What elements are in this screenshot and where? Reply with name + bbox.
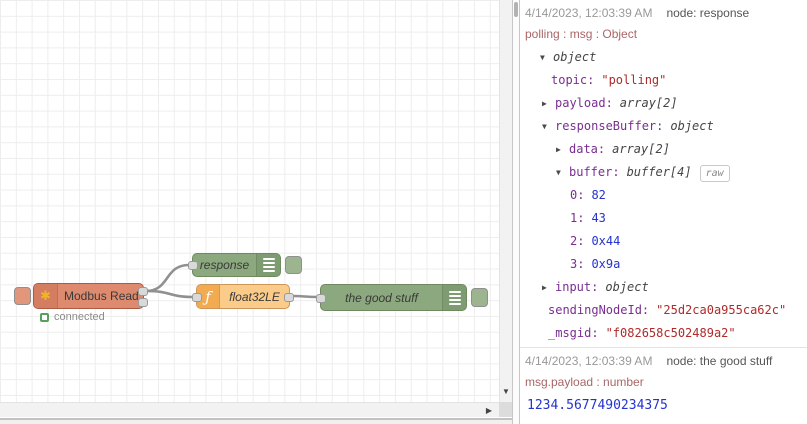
canvas-vertical-scrollbar[interactable]: ▼ bbox=[499, 0, 512, 402]
wire-modbus-to-function[interactable] bbox=[144, 289, 195, 299]
tree-key: 2: bbox=[570, 234, 585, 248]
tree-row: ▶ input: object bbox=[520, 276, 799, 299]
tree-row: 3: 0x9a bbox=[520, 253, 799, 276]
modbus-flower-icon: ✱ bbox=[34, 284, 58, 308]
tree-value: "f082658c502489a2" bbox=[605, 326, 736, 340]
debug-sidebar[interactable]: 4/14/2023, 12:03:39 AM node: response po… bbox=[520, 0, 807, 424]
good-stuff-debug-toggle-button[interactable] bbox=[471, 288, 488, 307]
debug-message-meta: 4/14/2023, 12:03:39 AM node: the good st… bbox=[520, 354, 799, 368]
modbus-output-port-2[interactable] bbox=[138, 298, 148, 307]
raw-toggle-button[interactable]: raw bbox=[699, 165, 730, 182]
modbus-status: connected bbox=[40, 311, 105, 323]
collapse-icon[interactable]: ▼ bbox=[556, 161, 569, 184]
tree-type: array[2] bbox=[612, 142, 670, 156]
tree-key: payload: bbox=[555, 96, 613, 110]
tree-row: ▼ object bbox=[520, 46, 799, 69]
modbus-output-port-1[interactable] bbox=[138, 287, 148, 296]
modbus-node-button[interactable] bbox=[14, 287, 31, 305]
tree-value: "polling" bbox=[601, 73, 667, 87]
tree-key: responseBuffer: bbox=[555, 119, 664, 133]
expand-icon[interactable]: ▶ bbox=[542, 92, 555, 115]
response-input-port[interactable] bbox=[188, 261, 198, 270]
response-debug-toggle-button[interactable] bbox=[285, 256, 302, 274]
debug-lines-icon-glyph bbox=[262, 258, 275, 272]
timestamp: 4/14/2023, 12:03:39 AM bbox=[525, 354, 653, 368]
node-label: the good stuff bbox=[345, 290, 418, 305]
tree-value: 0x9a bbox=[591, 257, 621, 271]
tree-row: 1: 43 bbox=[520, 207, 799, 230]
tree-row: topic: "polling" bbox=[520, 69, 799, 92]
canvas-horizontal-scrollbar[interactable]: ▶ bbox=[0, 402, 499, 417]
tree-row: _msgid: "f082658c502489a2" bbox=[520, 322, 799, 345]
status-text: connected bbox=[54, 311, 105, 323]
debug-message: 4/14/2023, 12:03:39 AM node: response po… bbox=[520, 0, 807, 348]
tree-key: _msgid: bbox=[548, 326, 599, 340]
tree-value: 82 bbox=[591, 188, 606, 202]
tree-key: buffer: bbox=[569, 165, 620, 179]
divider-drag-handle[interactable] bbox=[514, 2, 518, 17]
tree-key: sendingNodeId: bbox=[548, 303, 650, 317]
debug-lines-icon bbox=[442, 285, 466, 310]
tree-type: array[2] bbox=[619, 96, 678, 110]
message-topic: polling : msg : Object bbox=[525, 27, 638, 41]
flow-canvas[interactable]: ✱ Modbus Read connected response ƒ float… bbox=[0, 0, 499, 402]
scrollbar-corner bbox=[499, 402, 512, 417]
debug-lines-icon-glyph bbox=[448, 290, 461, 305]
node-label: Modbus Read bbox=[64, 289, 139, 303]
debug-message-meta: 4/14/2023, 12:03:39 AM node: response bbox=[520, 6, 799, 20]
message-object-tree: ▼ object topic: "polling" ▶ payload: array[2… bbox=[520, 46, 799, 345]
node-modbus-read[interactable]: ✱ Modbus Read bbox=[33, 283, 148, 309]
tree-type: object bbox=[605, 280, 649, 294]
tree-row: ▼ buffer: buffer[4] raw bbox=[520, 161, 799, 184]
expand-icon[interactable]: ▶ bbox=[542, 276, 555, 299]
collapse-icon[interactable]: ▼ bbox=[540, 46, 553, 69]
expand-icon[interactable]: ▶ bbox=[556, 138, 569, 161]
status-ring-icon bbox=[40, 312, 49, 322]
sidebar-resize-divider[interactable] bbox=[512, 0, 520, 424]
tree-type: object bbox=[670, 119, 714, 133]
tree-key: input: bbox=[555, 280, 599, 294]
function-input-port[interactable] bbox=[192, 293, 202, 302]
source-node-name: node: the good stuff bbox=[666, 354, 773, 368]
source-node-name: node: response bbox=[666, 6, 750, 20]
function-output-port[interactable] bbox=[284, 293, 294, 302]
message-topic: msg.payload : number bbox=[525, 375, 644, 389]
good-stuff-input-port[interactable] bbox=[316, 294, 326, 303]
tree-value: 0x44 bbox=[591, 234, 621, 248]
tree-key: data: bbox=[569, 142, 606, 156]
tree-value: 43 bbox=[591, 211, 606, 225]
debug-message: 4/14/2023, 12:03:39 AM node: the good st… bbox=[520, 348, 807, 424]
node-good-stuff-debug[interactable]: the good stuff bbox=[316, 284, 467, 311]
tree-row: ▼ responseBuffer: object bbox=[520, 115, 799, 138]
tree-key: topic: bbox=[551, 73, 595, 87]
tree-type: object bbox=[553, 50, 597, 64]
node-label: response bbox=[199, 258, 250, 272]
message-number-value: 1234.5677490234375 bbox=[527, 398, 668, 413]
tree-type: buffer[4] bbox=[626, 165, 692, 179]
tree-row: 0: 82 bbox=[520, 184, 799, 207]
scroll-right-icon[interactable]: ▶ bbox=[486, 406, 492, 415]
tree-value: "25d2ca0a955ca62c" bbox=[656, 303, 787, 317]
node-red-window: ✱ Modbus Read connected response ƒ float… bbox=[0, 0, 807, 424]
tree-key: 3: bbox=[570, 257, 585, 271]
wire-layer bbox=[144, 263, 319, 299]
node-label: float32LE bbox=[229, 289, 280, 304]
tree-row: ▶ data: array[2] bbox=[520, 138, 799, 161]
scroll-down-icon[interactable]: ▼ bbox=[500, 387, 512, 396]
tree-row: 2: 0x44 bbox=[520, 230, 799, 253]
collapse-icon[interactable]: ▼ bbox=[542, 115, 555, 138]
tree-row: sendingNodeId: "25d2ca0a955ca62c" bbox=[520, 299, 799, 322]
tree-row: ▶ payload: array[2] bbox=[520, 92, 799, 115]
wire-function-to-good-stuff[interactable] bbox=[291, 294, 319, 299]
tree-key: 0: bbox=[570, 188, 585, 202]
node-response-debug[interactable]: response bbox=[188, 253, 281, 277]
timestamp: 4/14/2023, 12:03:39 AM bbox=[525, 6, 653, 20]
node-float32le-function[interactable]: ƒ float32LE bbox=[192, 284, 294, 309]
debug-lines-icon bbox=[256, 254, 280, 276]
tree-key: 1: bbox=[570, 211, 585, 225]
wire-modbus-to-response[interactable] bbox=[144, 263, 191, 293]
window-bottom-fill bbox=[0, 420, 512, 424]
